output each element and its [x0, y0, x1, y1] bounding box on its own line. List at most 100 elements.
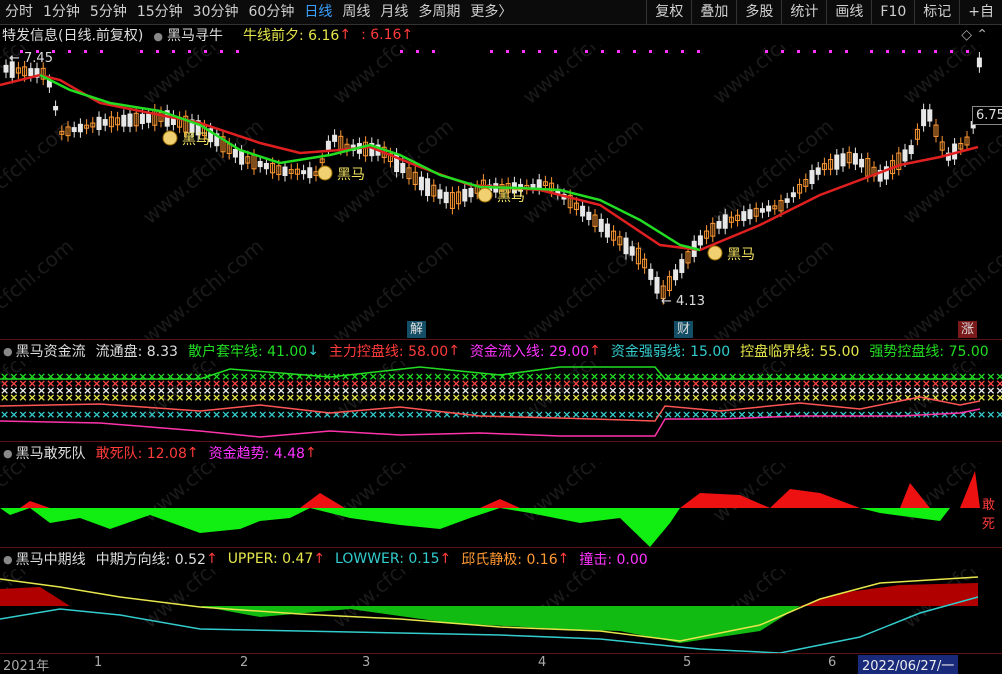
candle-body [443, 191, 449, 204]
candle-body [282, 166, 288, 177]
candle-body [629, 246, 635, 256]
signal-dot [902, 50, 905, 53]
stats-button[interactable]: 统计 [781, 0, 826, 24]
lower-label: LOWWER: 0.15 [335, 551, 440, 567]
fuquan-button[interactable]: 复权 [646, 0, 691, 24]
upper-label: UPPER: 0.47 [227, 551, 314, 567]
arrow-icon: ← [9, 51, 25, 66]
candle-body [418, 176, 424, 191]
midterm-chart[interactable]: www.cfchi.com www.cfchi.com www.cfchi.com w… [0, 569, 1002, 653]
tab-fenshi[interactable]: 分时 [0, 0, 38, 24]
candle-body [976, 57, 982, 68]
tab-60min[interactable]: 60分钟 [244, 0, 300, 24]
indicator-name[interactable]: ● 黑马寻牛 [153, 25, 233, 45]
up-arrow-icon: ↑ [205, 551, 218, 567]
candle-body [71, 127, 77, 133]
draw-line-button[interactable]: 画线 [826, 0, 871, 24]
circle-icon[interactable]: ● [3, 553, 13, 566]
signal-dot [781, 50, 784, 53]
month-label: 2 [240, 655, 249, 670]
candle-body [127, 113, 133, 127]
price-chart[interactable]: www.cfchi.comwww.cfchi.comwww.cfchi.comw… [0, 45, 1002, 340]
candle-body [468, 187, 474, 198]
moneybag-icon [477, 187, 493, 203]
tab-more[interactable]: 更多〉 [465, 0, 517, 24]
watermark-text: www.cfchi.com [328, 45, 458, 109]
divider [0, 441, 1002, 442]
candle-body [840, 153, 846, 167]
cai-event-badge[interactable]: 财 [674, 321, 694, 338]
candle-body [673, 269, 679, 281]
panel3-title[interactable]: 黑马中期线 [16, 549, 86, 569]
signal-dot [416, 50, 419, 53]
money-flow-chart[interactable]: www.cfchi.com www.cfchi.com www.cfchi.com w… [0, 361, 1002, 441]
high-price-label: ← 7.45 [9, 51, 53, 66]
signal-dot [950, 50, 953, 53]
signal-dot [934, 50, 937, 53]
signal-dot [156, 50, 159, 53]
main-control-label: 主力控盘线: 58.00 [328, 344, 449, 360]
signal-dot [585, 50, 588, 53]
candle-body [648, 268, 654, 280]
tab-5min[interactable]: 5分钟 [85, 0, 132, 24]
candle-body [722, 214, 728, 229]
f10-button[interactable]: F10 [871, 0, 914, 24]
tab-multi-period[interactable]: 多周期 [413, 0, 465, 24]
main-chart-header: 特发信息(日线.前复权) ● 黑马寻牛 牛线前夕: 6.16 ↑ : 6.16 ↑ ◇… [0, 25, 1002, 45]
float-value: 流通盘: 8.33 [95, 344, 178, 360]
panel1-header: ● 黑马资金流 流通盘: 8.33 散户套牢线: 41.00 ↓ 主力控盘线: 5… [0, 341, 1002, 361]
direction-line-label: 中期方向线: 0.52 [95, 552, 206, 568]
candle-body [852, 153, 858, 165]
tab-monthly[interactable]: 月线 [375, 0, 413, 24]
signal-dot [813, 50, 816, 53]
period-tabbar: 分时 1分钟 5分钟 15分钟 30分钟 60分钟 日线 周线 月线 多周期 更… [0, 0, 1002, 25]
panel2-title[interactable]: 黑马敢死队 [16, 443, 86, 463]
candle-body [580, 205, 586, 217]
candle-body [462, 188, 468, 202]
moneybag-icon [707, 245, 723, 261]
arrow-icon: ← [661, 294, 677, 309]
signal-dot [68, 50, 71, 53]
signal-dot [765, 50, 768, 53]
mark-button[interactable]: 标记 [914, 0, 959, 24]
tab-daily[interactable]: 日线 [299, 0, 337, 24]
dare-team-tag: 敢死 [982, 498, 996, 532]
chevron-up-icon[interactable]: ⌃ [976, 27, 988, 43]
candle-body [921, 109, 927, 127]
candle-body [102, 119, 108, 126]
divider [0, 547, 1002, 548]
candle-body [121, 114, 127, 127]
circle-icon[interactable]: ● [3, 447, 13, 460]
tab-weekly[interactable]: 周线 [337, 0, 375, 24]
overlay-button[interactable]: 叠加 [691, 0, 736, 24]
candle-body [96, 116, 102, 131]
circle-icon[interactable]: ● [3, 345, 13, 358]
diamond-icon[interactable]: ◇ [961, 27, 972, 43]
signal-dot [918, 50, 921, 53]
up-arrow-icon: ↑ [589, 343, 601, 359]
month-label: 3 [362, 655, 371, 670]
jie-event-badge[interactable]: 解 [407, 321, 427, 338]
strength-line-label: 资金强弱线: 15.00 [610, 344, 731, 360]
fund-trend-label: 资金趋势: 4.48 [208, 446, 305, 462]
candle-body [908, 145, 914, 155]
tab-15min[interactable]: 15分钟 [132, 0, 188, 24]
month-label: 4 [538, 655, 547, 670]
dare-team-chart[interactable]: www.cfchi.com www.cfchi.com www.cfchi.com w… [0, 463, 1002, 547]
candle-body [53, 105, 59, 111]
panel1-title[interactable]: 黑马资金流 [16, 341, 86, 361]
candle-body [77, 123, 83, 133]
candle-body [784, 198, 790, 203]
up-arrow-icon: ↑ [339, 27, 352, 43]
circle-icon: ● [153, 30, 163, 43]
watermark-text: www.cfchi.com [518, 45, 648, 109]
multi-stock-button[interactable]: 多股 [736, 0, 781, 24]
tab-30min[interactable]: 30分钟 [188, 0, 244, 24]
impact-label: 撞击: 0.00 [579, 552, 648, 568]
signal-dot [697, 50, 700, 53]
watermark-text: www.cfchi.com [138, 234, 268, 340]
add-self-button[interactable]: +自 [959, 0, 1002, 24]
zhang-event-badge[interactable]: 涨 [958, 321, 978, 338]
tab-1min[interactable]: 1分钟 [38, 0, 85, 24]
up-arrow-icon: ↑ [557, 551, 570, 567]
